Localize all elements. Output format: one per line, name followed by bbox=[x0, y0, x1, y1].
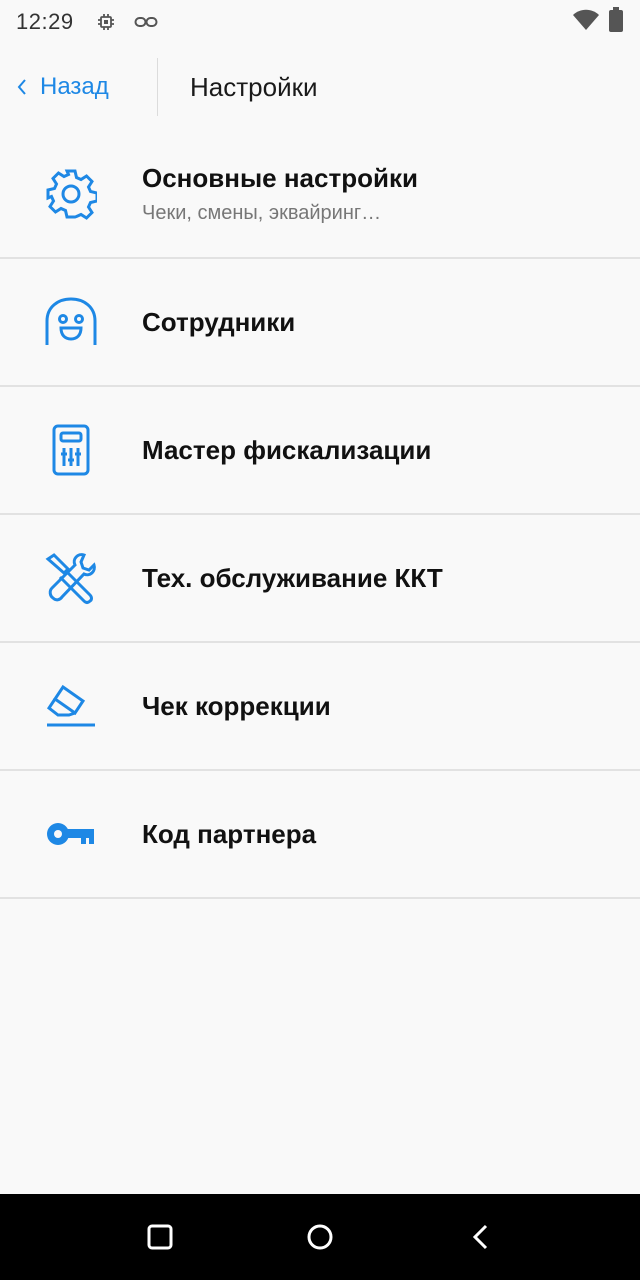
settings-item-text: Код партнера bbox=[142, 819, 316, 850]
settings-item-fiscalization[interactable]: Мастер фискализации bbox=[0, 387, 640, 515]
chevron-left-icon bbox=[17, 79, 26, 95]
settings-item-label: Тех. обслуживание ККТ bbox=[142, 562, 443, 593]
settings-item-text: Мастер фискализации bbox=[142, 435, 431, 466]
battery-icon bbox=[608, 6, 624, 38]
back-nav-icon bbox=[472, 1224, 488, 1250]
settings-item-label: Сотрудники bbox=[142, 306, 296, 337]
settings-item-text: Основные настройки Чеки, смены, эквайрин… bbox=[142, 163, 418, 225]
settings-item-text: Тех. обслуживание ККТ bbox=[142, 563, 443, 594]
link-icon bbox=[134, 14, 158, 30]
system-back-button[interactable] bbox=[440, 1194, 520, 1280]
settings-item-correction-receipt[interactable]: Чек коррекции bbox=[0, 643, 640, 771]
status-time: 12:29 bbox=[16, 9, 74, 34]
tools-icon bbox=[42, 549, 100, 607]
settings-item-text: Сотрудники bbox=[142, 307, 295, 338]
fiscal-device-icon bbox=[42, 421, 100, 479]
home-icon bbox=[307, 1224, 333, 1250]
settings-list: Основные настройки Чеки, смены, эквайрин… bbox=[0, 130, 640, 899]
settings-item-employees[interactable]: Сотрудники bbox=[0, 259, 640, 387]
gear-icon bbox=[42, 165, 100, 223]
settings-item-label: Чек коррекции bbox=[142, 690, 331, 721]
eraser-icon bbox=[42, 677, 100, 735]
settings-item-label: Код партнера bbox=[142, 818, 317, 849]
recents-button[interactable] bbox=[120, 1194, 200, 1280]
recents-icon bbox=[147, 1224, 173, 1250]
system-nav-bar bbox=[0, 1194, 640, 1280]
home-button[interactable] bbox=[280, 1194, 360, 1280]
settings-item-maintenance[interactable]: Тех. обслуживание ККТ bbox=[0, 515, 640, 643]
app-header: Назад Настройки bbox=[0, 58, 640, 116]
employee-face-icon bbox=[42, 293, 100, 351]
key-icon bbox=[42, 805, 100, 863]
settings-item-general[interactable]: Основные настройки Чеки, смены, эквайрин… bbox=[0, 130, 640, 259]
screen: 12:29 Назад Настройки Основные настройки… bbox=[0, 0, 640, 1280]
wifi-icon bbox=[572, 9, 600, 36]
settings-item-label: Мастер фискализации bbox=[142, 434, 432, 465]
settings-item-subtitle: Чеки, смены, эквайринг… bbox=[142, 201, 382, 224]
settings-item-partner-code[interactable]: Код партнера bbox=[0, 771, 640, 899]
settings-item-text: Чек коррекции bbox=[142, 691, 331, 722]
cpu-icon bbox=[96, 12, 116, 32]
status-right-icons bbox=[572, 6, 624, 38]
status-bar: 12:29 bbox=[0, 0, 640, 44]
back-label: Назад bbox=[40, 73, 109, 100]
back-button[interactable]: Назад bbox=[0, 58, 158, 116]
settings-item-label: Основные настройки bbox=[142, 162, 418, 193]
page-title: Настройки bbox=[190, 71, 318, 102]
